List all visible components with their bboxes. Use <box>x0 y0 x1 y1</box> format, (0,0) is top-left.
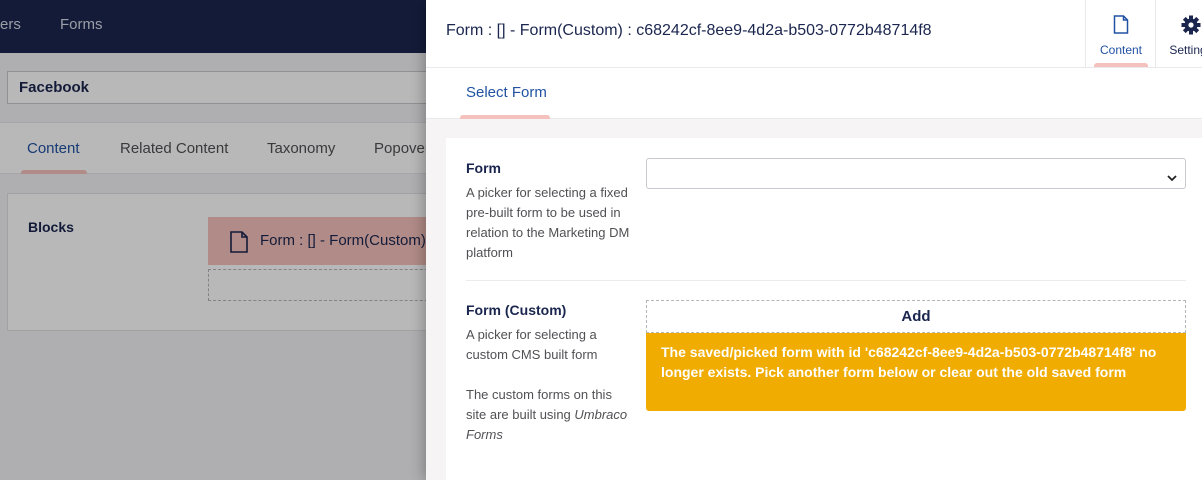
modal-backdrop[interactable] <box>0 0 426 480</box>
form-select[interactable] <box>646 158 1186 189</box>
document-icon <box>1113 15 1128 39</box>
properties-card: Form A picker for selecting a fixed pre-… <box>446 138 1202 480</box>
form-property-label: Form <box>466 160 501 176</box>
app-content-button[interactable]: Content <box>1085 0 1155 68</box>
property-divider <box>466 280 1186 281</box>
active-tab-indicator <box>460 115 550 119</box>
gear-icon <box>1181 15 1201 40</box>
form-property-description: A picker for selecting a fixed pre-built… <box>466 185 630 260</box>
chevron-down-icon <box>1167 169 1177 187</box>
custom-form-property-label: Form (Custom) <box>466 302 567 318</box>
tab-select-form[interactable]: Select Form <box>466 84 547 101</box>
app-settings-label: Settings <box>1169 43 1202 57</box>
custom-form-note: The custom forms on this site are built … <box>466 385 631 445</box>
panel-title: Form : [] - Form(Custom) : c68242cf-8ee9… <box>446 22 932 39</box>
missing-form-warning: The saved/picked form with id 'c68242cf-… <box>646 333 1186 411</box>
app-content-label: Content <box>1099 43 1143 57</box>
panel-tabs: Select Form <box>426 68 1202 119</box>
app-settings-button[interactable]: Settings <box>1155 0 1202 68</box>
block-editor-panel: Form : [] - Form(Custom) : c68242cf-8ee9… <box>426 0 1202 480</box>
custom-form-description: A picker for selecting a custom CMS buil… <box>466 327 598 362</box>
active-app-indicator <box>1094 63 1148 67</box>
add-form-button[interactable]: Add <box>646 300 1186 333</box>
panel-header: Form : [] - Form(Custom) : c68242cf-8ee9… <box>426 0 1202 68</box>
